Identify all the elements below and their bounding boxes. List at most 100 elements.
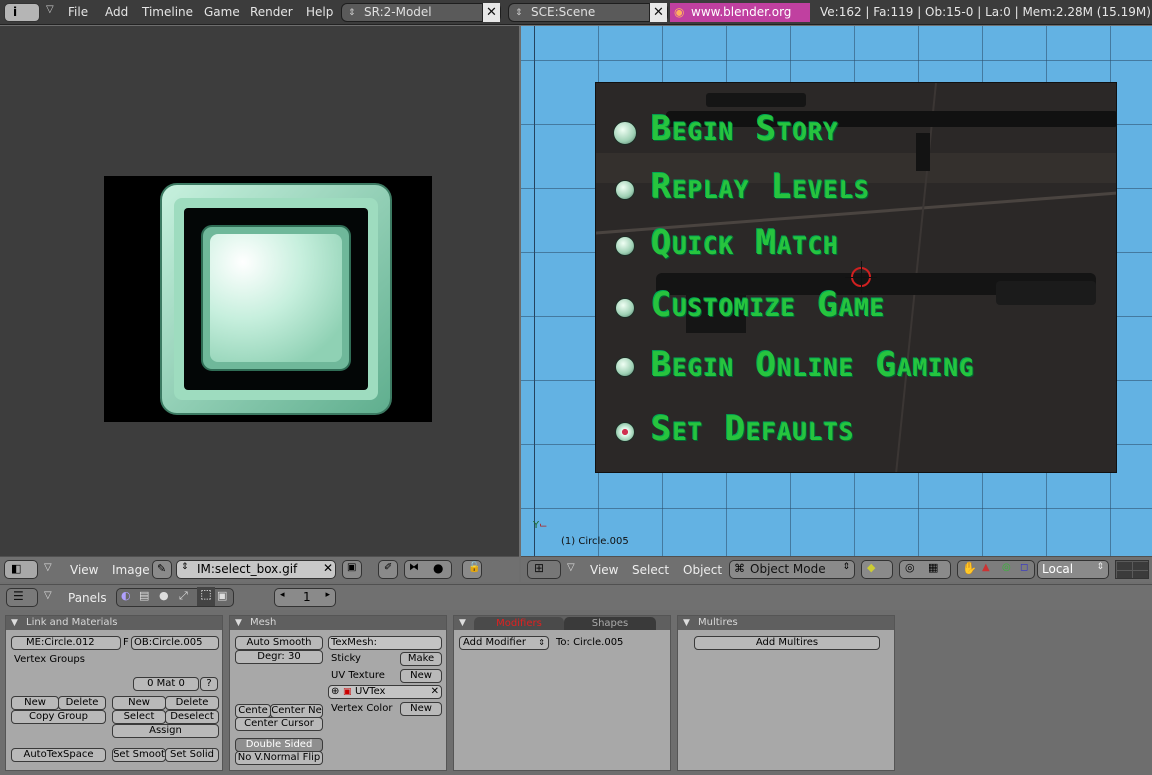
- object-datablock-field[interactable]: OB:Circle.005: [131, 636, 219, 650]
- menu-background-plane[interactable]: Begin Story Replay Levels Quick Match Cu…: [595, 82, 1117, 473]
- double-sided-toggle[interactable]: Double Sided: [235, 738, 323, 752]
- image-menu-image[interactable]: Image: [112, 563, 150, 577]
- image-pack-button[interactable]: ▣: [342, 560, 362, 579]
- material-select-button[interactable]: Select: [112, 710, 166, 724]
- sticky-make-button[interactable]: Make: [400, 652, 442, 666]
- mode-selector[interactable]: ⌘ Object Mode ⇕: [729, 560, 855, 579]
- menu-item-quick-match[interactable]: Quick Match: [651, 223, 839, 263]
- context-buttons[interactable]: ◐ ▤ ● ⤢ ⬚ ▣: [116, 587, 234, 607]
- vgroup-delete-button[interactable]: Delete: [58, 696, 106, 710]
- vertex-color-new-button[interactable]: New: [400, 702, 442, 716]
- set-smooth-button[interactable]: Set Smoot: [112, 748, 166, 762]
- tab-shapes[interactable]: Shapes: [564, 617, 656, 630]
- scene-context-icon[interactable]: ▣: [217, 589, 227, 602]
- script-context-icon[interactable]: ▤: [139, 589, 149, 602]
- image-editor-type-button[interactable]: ◧: [4, 560, 38, 579]
- 3d-menu-view[interactable]: View: [590, 563, 618, 577]
- image-paint-button[interactable]: ✐: [378, 560, 398, 579]
- menu-help[interactable]: Help: [306, 5, 333, 19]
- menu-timeline[interactable]: Timeline: [142, 5, 193, 19]
- blender-url-badge[interactable]: ◉ www.blender.org 246: [670, 3, 810, 38]
- manipulator-group[interactable]: ✋ ▲ ◎ ◻: [957, 560, 1035, 579]
- layer-buttons[interactable]: [1115, 560, 1149, 579]
- add-multires-button[interactable]: Add Multires: [694, 636, 880, 650]
- material-deselect-button[interactable]: Deselect: [165, 710, 219, 724]
- copy-group-button[interactable]: Copy Group: [11, 710, 106, 724]
- image-lock-button[interactable]: 🔓: [462, 560, 482, 579]
- centre-new-button[interactable]: Center Ne: [270, 704, 323, 718]
- pin-image-button[interactable]: ✎: [152, 560, 172, 579]
- tab-modifiers[interactable]: Modifiers: [474, 617, 564, 630]
- info-editor-type-button[interactable]: i: [4, 3, 40, 22]
- centre-cursor-button[interactable]: Center Cursor: [235, 717, 323, 731]
- pivot-button[interactable]: ◎ ▦: [899, 560, 951, 579]
- uv-remove-icon[interactable]: ✕: [431, 686, 439, 698]
- layer-cell[interactable]: [1133, 562, 1148, 570]
- auto-smooth-degrees-field[interactable]: Degr: 30: [235, 650, 323, 664]
- add-modifier-menu[interactable]: Add Modifier ⇕: [459, 636, 549, 650]
- panel-header[interactable]: ▼ Modifiers Shapes: [454, 616, 670, 630]
- unlink-image-icon[interactable]: ✕: [323, 561, 333, 575]
- buttons-editor-type-button[interactable]: ☰: [6, 588, 38, 607]
- mesh-datablock-field[interactable]: ME:Circle.012: [11, 636, 121, 650]
- editing-context-icon[interactable]: ⬚: [197, 587, 215, 606]
- no-vnormal-flip-toggle[interactable]: No V.Normal Flip: [235, 751, 323, 765]
- collapse-triangle-icon[interactable]: ▼: [459, 616, 466, 630]
- 3d-menu-select[interactable]: Select: [632, 563, 669, 577]
- shading-context-icon[interactable]: ●: [159, 589, 169, 602]
- uv-active-icon[interactable]: ⊕: [331, 686, 339, 698]
- image-uv-sync-button[interactable]: ⧓ ●: [404, 560, 452, 579]
- menu-add[interactable]: Add: [105, 5, 128, 19]
- menu-render[interactable]: Render: [250, 5, 293, 19]
- image-canvas[interactable]: [104, 176, 432, 422]
- page-number-field[interactable]: ◂ 1 ▸: [274, 588, 336, 607]
- 3d-viewport[interactable]: Begin Story Replay Levels Quick Match Cu…: [521, 26, 1152, 556]
- material-help-button[interactable]: ?: [200, 677, 218, 691]
- collapse-triangle-icon[interactable]: ▽: [567, 562, 575, 573]
- menu-item-replay-levels[interactable]: Replay Levels: [651, 167, 870, 207]
- menu-game[interactable]: Game: [204, 5, 240, 19]
- collapse-triangle-icon[interactable]: ▽: [46, 4, 54, 15]
- material-index-field[interactable]: 0 Mat 0: [133, 677, 199, 691]
- uv-render-icon[interactable]: ▣: [343, 686, 352, 698]
- screen-selector[interactable]: ⇕ SR:2-Model ✕: [341, 3, 501, 22]
- set-solid-button[interactable]: Set Solid: [165, 748, 219, 762]
- draw-type-button[interactable]: ◆: [861, 560, 893, 579]
- layer-cell[interactable]: [1133, 571, 1148, 578]
- panel-header[interactable]: ▼ Link and Materials: [6, 616, 222, 630]
- scene-selector[interactable]: ⇕ SCE:Scene ✕: [508, 3, 668, 22]
- left-arrow-icon[interactable]: ◂: [280, 590, 285, 600]
- collapse-triangle-icon[interactable]: ▼: [11, 616, 18, 630]
- 3d-editor-type-button[interactable]: ⊞: [527, 560, 561, 579]
- texmesh-field[interactable]: TexMesh:: [328, 636, 442, 650]
- image-browse-field[interactable]: ⇕ IM:select_box.gif ✕: [176, 560, 336, 579]
- fake-user-toggle[interactable]: F: [123, 637, 129, 648]
- uv-texture-new-button[interactable]: New: [400, 669, 442, 683]
- uvtex-layer-field[interactable]: ⊕ ▣ UVTex ✕: [328, 685, 442, 699]
- material-assign-button[interactable]: Assign: [112, 724, 219, 738]
- orientation-selector[interactable]: Local ⇕: [1037, 560, 1109, 579]
- material-delete-button[interactable]: Delete: [165, 696, 219, 710]
- menu-item-begin-story[interactable]: Begin Story: [651, 109, 839, 149]
- layer-cell[interactable]: [1117, 571, 1132, 578]
- panel-header[interactable]: ▼ Multires: [678, 616, 894, 630]
- autotexspace-toggle[interactable]: AutoTexSpace: [11, 748, 106, 762]
- menu-item-begin-online-gaming[interactable]: Begin Online Gaming: [651, 345, 975, 385]
- collapse-triangle-icon[interactable]: ▼: [235, 616, 242, 630]
- material-new-button[interactable]: New: [112, 696, 166, 710]
- menu-item-set-defaults[interactable]: Set Defaults: [651, 409, 854, 449]
- panel-header[interactable]: ▼ Mesh: [230, 616, 446, 630]
- layer-cell[interactable]: [1117, 562, 1132, 570]
- collapse-triangle-icon[interactable]: ▽: [44, 590, 52, 601]
- delete-screen-icon[interactable]: ✕: [482, 3, 500, 22]
- image-editor-viewport[interactable]: [0, 26, 519, 556]
- centre-button[interactable]: Cente: [235, 704, 271, 718]
- 3d-menu-object[interactable]: Object: [683, 563, 722, 577]
- object-context-icon[interactable]: ⤢: [179, 589, 188, 603]
- right-arrow-icon[interactable]: ▸: [325, 590, 330, 600]
- vgroup-new-button[interactable]: New: [11, 696, 59, 710]
- menu-file[interactable]: File: [68, 5, 88, 19]
- collapse-triangle-icon[interactable]: ▽: [44, 562, 52, 573]
- logic-context-icon[interactable]: ◐: [121, 589, 131, 602]
- auto-smooth-toggle[interactable]: Auto Smooth: [235, 636, 323, 650]
